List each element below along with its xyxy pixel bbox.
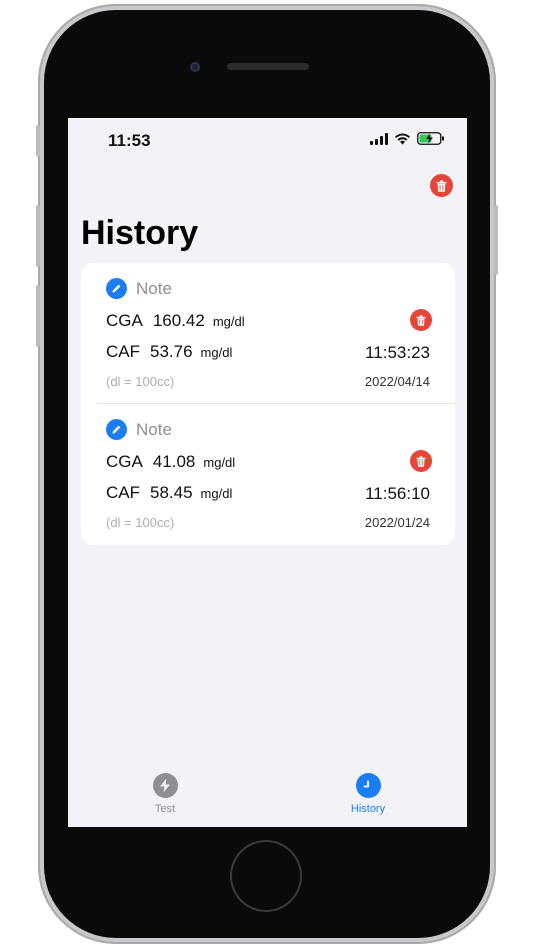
phone-mute-switch <box>36 125 40 157</box>
delete-entry-button[interactable] <box>410 450 432 472</box>
cga-row: CGA 41.08 mg/dl <box>106 452 235 472</box>
cga-label: CGA <box>106 311 143 330</box>
cga-row: CGA 160.42 mg/dl <box>106 311 245 331</box>
caf-value: 58.45 <box>150 483 193 502</box>
battery-charging-icon <box>417 132 444 145</box>
page-title: History <box>81 214 199 252</box>
history-entry: Note CGA 41.08 mg/dl CAF 58.45 mg/dl 11:… <box>81 404 455 545</box>
entry-time: 11:56:10 <box>365 484 430 503</box>
delete-entry-button[interactable] <box>410 309 432 331</box>
cga-label: CGA <box>106 452 143 471</box>
edit-note-button[interactable] <box>106 419 127 440</box>
caf-row: CAF 58.45 mg/dl <box>106 483 232 503</box>
note-label[interactable]: Note <box>136 279 172 299</box>
cellular-signal-icon <box>370 132 388 145</box>
history-entry: Note CGA 160.42 mg/dl CAF 53.76 mg/dl 11… <box>81 263 455 404</box>
clock-icon <box>355 773 381 798</box>
tab-label: History <box>350 803 386 815</box>
caf-unit: mg/dl <box>200 345 233 360</box>
cga-value: 160.42 <box>152 311 205 330</box>
edit-note-button[interactable] <box>106 278 127 299</box>
phone-volume-down <box>36 285 40 347</box>
entry-date: 2022/04/14 <box>364 374 430 389</box>
home-button[interactable] <box>232 842 300 910</box>
tab-test[interactable]: Test <box>105 768 225 815</box>
unit-note: (dl = 100cc) <box>106 515 175 530</box>
caf-row: CAF 53.76 mg/dl <box>106 342 232 362</box>
trash-icon <box>416 314 426 326</box>
tab-bar: Test History <box>68 768 467 827</box>
earpiece-speaker <box>227 63 309 70</box>
delete-all-button[interactable] <box>430 174 453 197</box>
trash-icon <box>436 179 447 192</box>
status-time: 11:53 <box>108 131 151 150</box>
phone-power-button <box>494 205 498 275</box>
unit-note: (dl = 100cc) <box>106 374 175 389</box>
bolt-icon <box>152 773 178 798</box>
tab-label: Test <box>154 803 176 815</box>
tab-history[interactable]: History <box>308 768 428 815</box>
app-screen: 11:53 History Note CGA 160.42 mg/dl CAF … <box>68 118 467 827</box>
pencil-icon <box>112 425 121 434</box>
caf-unit: mg/dl <box>200 486 233 501</box>
caf-value: 53.76 <box>150 342 193 361</box>
front-camera <box>190 62 200 72</box>
entry-time: 11:53:23 <box>365 343 430 362</box>
cga-value: 41.08 <box>152 452 196 471</box>
cga-unit: mg/dl <box>203 455 236 470</box>
history-list: Note CGA 160.42 mg/dl CAF 53.76 mg/dl 11… <box>81 263 455 545</box>
pencil-icon <box>112 284 121 293</box>
trash-icon <box>416 455 426 467</box>
caf-label: CAF <box>106 342 140 361</box>
entry-date: 2022/01/24 <box>364 515 430 530</box>
cga-unit: mg/dl <box>212 314 245 329</box>
status-icons <box>370 132 445 145</box>
wifi-icon <box>395 133 410 144</box>
phone-volume-up <box>36 205 40 267</box>
caf-label: CAF <box>106 483 140 502</box>
note-label[interactable]: Note <box>136 420 172 440</box>
